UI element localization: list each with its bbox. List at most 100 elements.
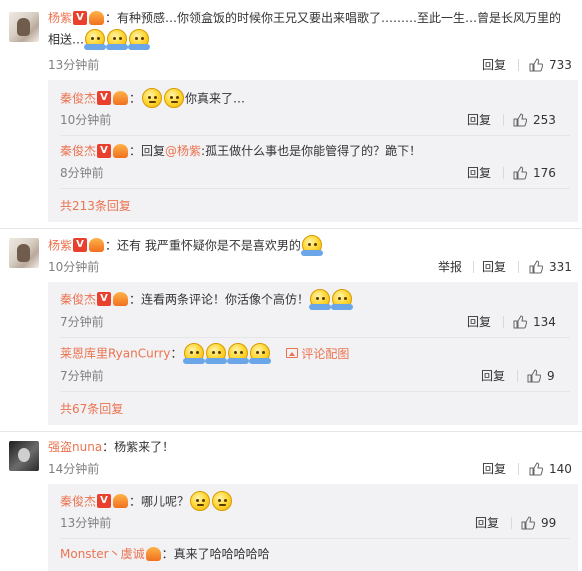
comment-text-continued: 相送… [48,29,151,50]
divider [0,228,582,229]
timestamp: 8分钟前 [60,166,104,180]
vip-badge-icon[interactable] [145,546,161,561]
more-replies-link[interactable]: 共67条回复 [60,401,123,417]
hug-emoji-icon [204,343,227,364]
reply-button[interactable]: 回复 [467,112,491,128]
more-replies-link[interactable]: 共213条回复 [60,198,131,214]
username-link[interactable]: 秦俊杰 [60,92,96,106]
vip-badge-icon[interactable] [89,238,105,252]
avatar[interactable] [9,238,39,268]
username-link[interactable]: 强盗nuna [48,440,102,454]
avatar[interactable] [9,12,39,42]
hug-emoji-icon [331,289,354,310]
reply-button[interactable]: 回复 [482,259,506,275]
hug-emoji-icon [300,235,323,256]
reply-button[interactable]: 回复 [482,57,506,73]
divider [518,463,519,475]
hmm-emoji-icon [212,491,233,511]
thumbs-up-icon [513,113,527,127]
reply-button[interactable]: 回复 [481,368,505,384]
reply-button[interactable]: 回复 [467,165,491,181]
like-count: 134 [533,315,556,329]
divider [518,59,519,71]
like-count: 253 [533,113,556,127]
like-button[interactable]: 134 [513,314,556,330]
mention-link[interactable]: @杨紫 [165,144,201,158]
timestamp: 10分钟前 [60,113,112,127]
hug-emoji-icon [182,343,205,364]
vip-badge-icon[interactable] [113,143,129,158]
report-button[interactable]: 举报 [438,259,462,275]
like-count: 331 [549,260,572,274]
like-button[interactable]: 733 [529,57,572,73]
thumbs-up-icon [529,260,543,274]
like-button[interactable]: 253 [513,112,556,128]
timestamp: 13分钟前 [48,58,100,72]
reply-button[interactable]: 回复 [482,461,506,477]
username-link[interactable]: 秦俊杰 [60,495,96,509]
thumbs-up-icon [521,516,535,530]
reply-text: 秦俊杰 V ：哪儿呢？ [60,491,233,512]
comment-text: 强盗nuna：杨紫来了！ [48,440,175,454]
picture-icon [286,348,299,358]
divider [503,167,504,179]
username-link[interactable]: 杨紫 [48,239,72,253]
reply-text: 秦俊杰 V ：回复@杨紫:孤王做什么事也是你能管得了的？跪下！ [60,143,422,158]
thumbs-up-icon [529,462,543,476]
comment-text: 杨紫 V ：有种预感…你领盒饭的时候你王兄又要出来唱歌了………至此一生…曾是长风万里… [48,10,562,25]
hug-emoji-icon [309,289,332,310]
like-button[interactable]: 140 [529,461,572,477]
thumbs-up-icon [529,58,543,72]
divider [517,370,518,382]
thumbs-up-icon [527,369,541,383]
vip-badge-icon[interactable] [89,10,105,25]
verified-badge-icon[interactable]: V [73,238,88,252]
verified-badge-icon[interactable]: V [97,143,112,158]
divider [518,261,519,273]
hmm-emoji-icon [164,88,185,108]
hug-emoji-icon [248,343,271,364]
reply-button[interactable]: 回复 [467,314,491,330]
like-button[interactable]: 99 [521,515,556,531]
verified-badge-icon[interactable]: V [97,494,112,508]
vip-badge-icon[interactable] [113,494,129,508]
thumbs-up-icon [513,166,527,180]
timestamp: 14分钟前 [48,462,100,476]
timestamp: 10分钟前 [48,260,100,274]
verified-badge-icon[interactable]: V [97,292,112,306]
divider [60,135,570,136]
avatar[interactable] [9,441,39,471]
verified-badge-icon[interactable]: V [97,91,112,105]
vip-badge-icon[interactable] [113,91,129,105]
divider [60,538,570,539]
username-link[interactable]: Monster丶虞诚 [60,547,145,561]
vip-badge-icon[interactable] [113,292,129,306]
verified-badge-icon[interactable]: V [73,10,88,25]
reply-text: 秦俊杰 V ：连看两条评论！你活像个高仿！ [60,289,354,310]
reply-text: 莱恩库里RyanCurry： 评论配图 [60,343,349,364]
like-count: 99 [541,516,557,530]
hug-emoji-icon [128,29,151,50]
hug-emoji-icon [226,343,249,364]
divider [60,337,570,338]
divider [60,188,570,189]
hug-emoji-icon [106,29,129,50]
like-button[interactable]: 331 [529,259,572,275]
hug-emoji-icon [84,29,107,50]
divider [473,261,474,273]
comment-image-link[interactable]: 评论配图 [286,347,349,361]
thumbs-up-icon [513,315,527,329]
like-count: 9 [547,369,555,383]
username-link[interactable]: 莱恩库里RyanCurry [60,347,171,361]
reply-button[interactable]: 回复 [475,515,499,531]
divider [503,114,504,126]
like-button[interactable]: 176 [513,165,556,181]
like-count: 733 [549,58,572,72]
username-link[interactable]: 杨紫 [48,11,72,25]
hmm-emoji-icon [142,88,163,108]
like-count: 176 [533,166,556,180]
username-link[interactable]: 秦俊杰 [60,144,96,158]
username-link[interactable]: 秦俊杰 [60,293,96,307]
divider [503,316,504,328]
like-button[interactable]: 9 [527,368,555,384]
